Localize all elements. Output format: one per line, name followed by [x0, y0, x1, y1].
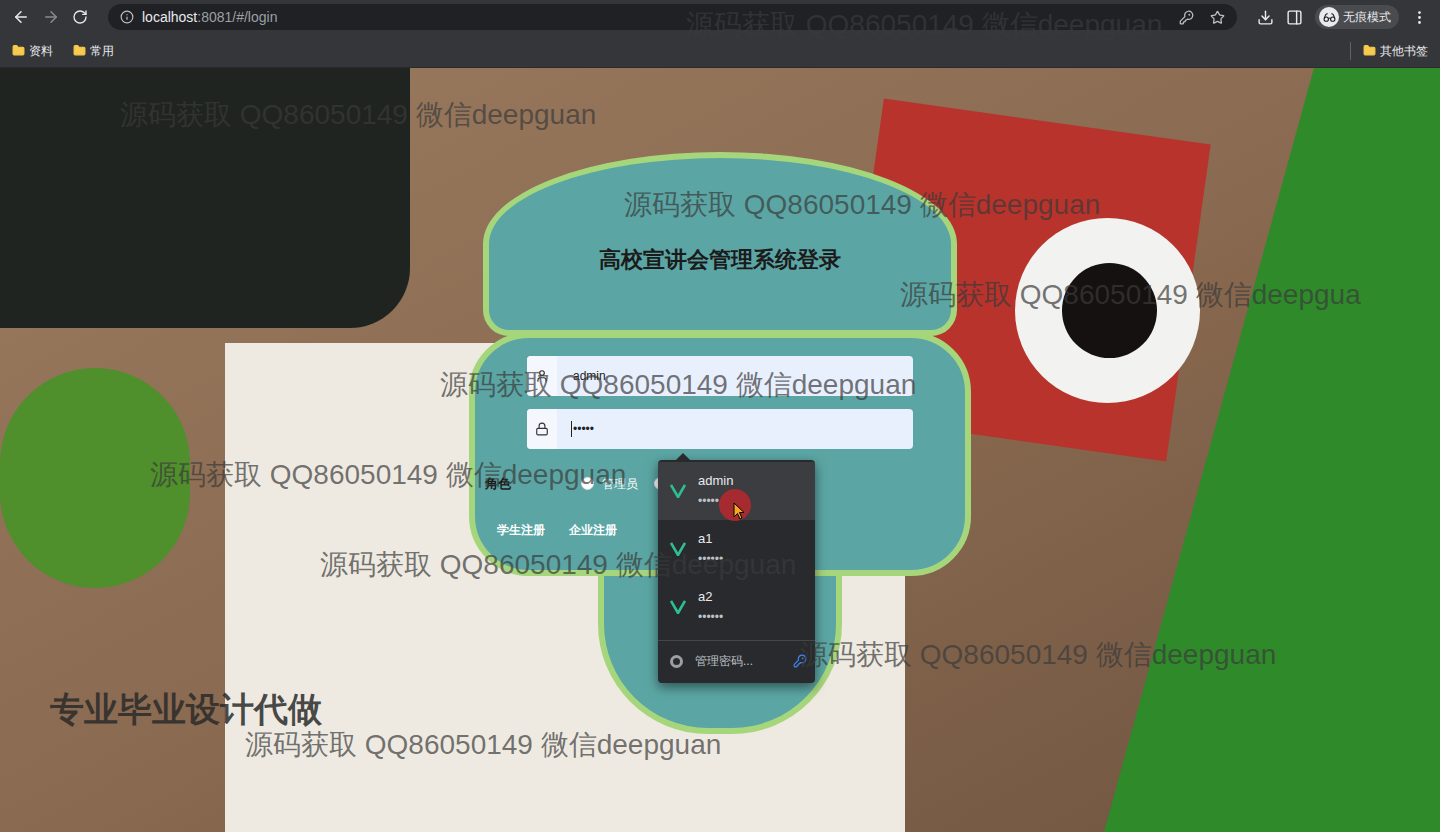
browser-toolbar: localhost:8081/#/login 无痕模式 — [0, 0, 1440, 34]
login-header: 高校宣讲会管理系统登录 — [483, 152, 957, 336]
role-radio[interactable]: 管理员 — [581, 475, 638, 493]
url: localhost:8081/#/login — [142, 7, 277, 28]
autofill-item[interactable]: a2•••••• — [658, 578, 815, 636]
profile-badge[interactable]: 无痕模式 — [1315, 5, 1399, 29]
banner: 专业毕业设计代做 — [50, 684, 322, 735]
lock-icon — [535, 422, 549, 436]
site-v-icon — [670, 600, 686, 614]
forward-icon[interactable] — [42, 8, 60, 26]
google-key-icon — [793, 654, 807, 668]
folder-icon — [1363, 44, 1376, 57]
back-icon[interactable] — [12, 8, 30, 26]
watermark: 源码获取 QQ86050149 微信deepguan — [120, 94, 596, 136]
other-bookmarks[interactable]: 其他书签 — [1350, 42, 1428, 60]
site-info-icon[interactable] — [120, 10, 134, 24]
watermark: 源码获取 QQ86050149 微信deepgua — [900, 274, 1361, 316]
register-link[interactable]: 企业注册 — [569, 521, 617, 539]
username-field[interactable]: admin — [527, 356, 913, 396]
bookmark-star-icon[interactable] — [1210, 10, 1225, 25]
incognito-icon — [1323, 11, 1336, 24]
bookmarks-bar: 资料 常用 其他书签 — [0, 34, 1440, 68]
watermark: 源码获取 QQ86050149 微信deepguan — [245, 724, 721, 766]
bookmark-folder[interactable]: 常用 — [73, 42, 114, 60]
menu-icon[interactable] — [1411, 9, 1428, 26]
reload-icon[interactable] — [72, 9, 88, 25]
address-bar[interactable]: localhost:8081/#/login — [108, 4, 1237, 30]
chrome-icon — [670, 655, 683, 668]
user-icon — [535, 369, 549, 383]
site-v-icon — [670, 484, 686, 498]
folder-icon — [12, 44, 25, 57]
screen: localhost:8081/#/login 无痕模式资料 常用 其他书签高校宣讲会管… — [0, 0, 1440, 832]
site-v-icon — [670, 542, 686, 556]
watermark: 源码获取 QQ86050149 微信deepguan — [800, 634, 1276, 676]
watermark: 源码获取 QQ86050149 微信deepguan — [686, 4, 1162, 46]
mouse-cursor-icon — [733, 502, 745, 520]
bookmark-folder[interactable]: 资料 — [12, 42, 53, 60]
download-icon[interactable] — [1257, 9, 1274, 26]
login-title: 高校宣讲会管理系统登录 — [599, 243, 841, 276]
register-link[interactable]: 学生注册 — [497, 521, 545, 539]
password-key-icon[interactable] — [1179, 10, 1194, 25]
password-field[interactable]: ••••• — [527, 409, 913, 449]
autofill-item[interactable]: a1•••••• — [658, 520, 815, 578]
folder-icon — [73, 44, 86, 57]
side-panel-icon[interactable] — [1286, 9, 1303, 26]
manage-passwords[interactable]: 管理密码... — [658, 641, 815, 681]
